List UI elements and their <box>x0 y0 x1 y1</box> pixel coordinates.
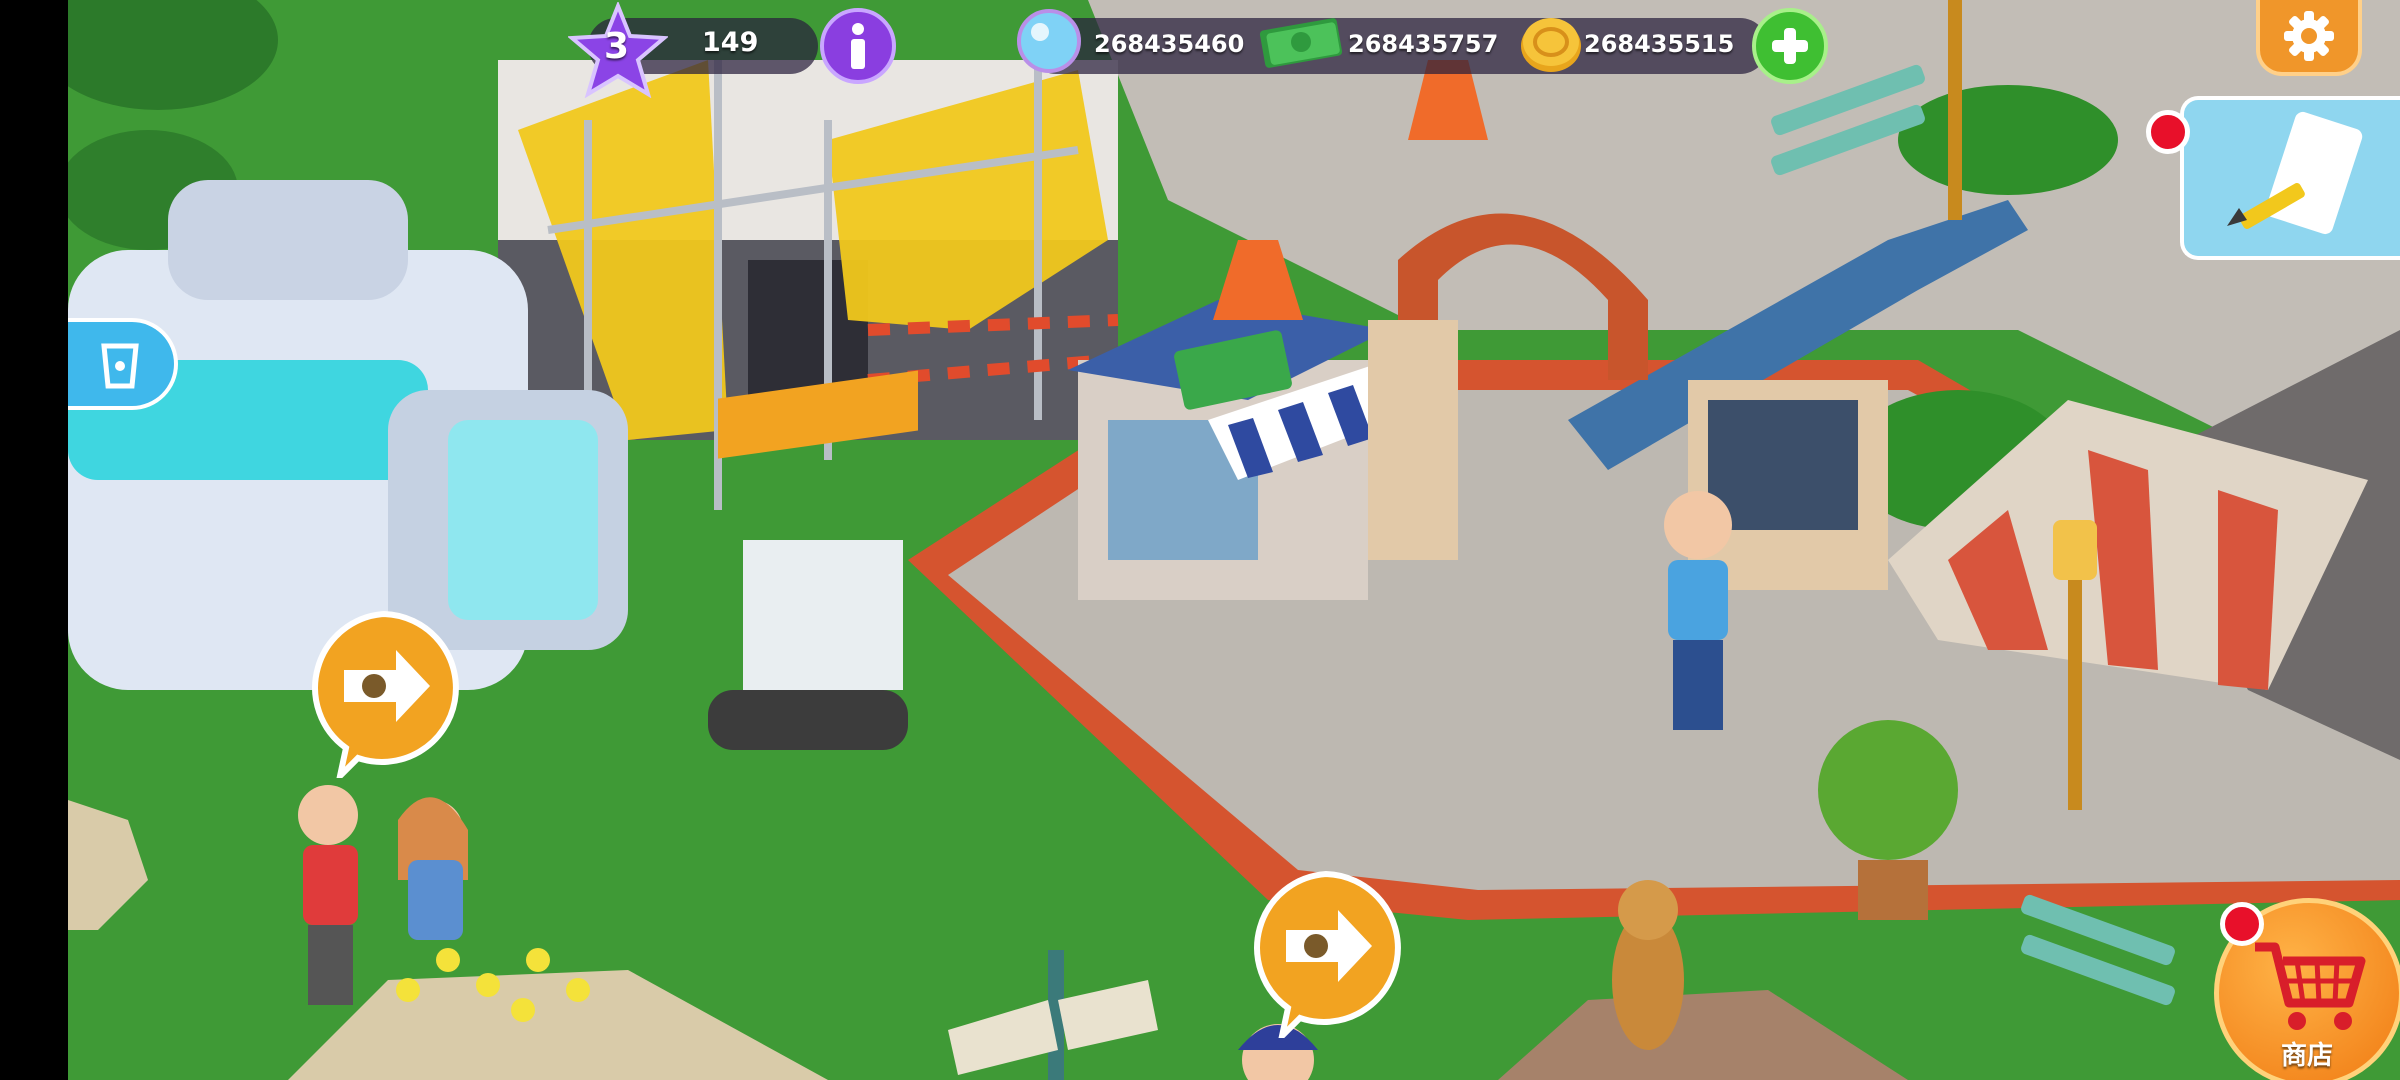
cash-value: 268435757 <box>1348 30 1499 58</box>
add-currency-button[interactable] <box>1752 8 1828 84</box>
cart-icon <box>2255 942 2366 1030</box>
xp-value: 149 <box>702 27 759 58</box>
shop-notification-dot <box>2220 902 2264 946</box>
settings-button[interactable] <box>2256 0 2362 76</box>
info-icon <box>851 23 865 69</box>
gem-counter[interactable] <box>1016 8 1082 74</box>
edit-icon <box>2227 111 2363 235</box>
guide-bubble-bottom[interactable] <box>1246 868 1406 1046</box>
game-scene[interactable]: 3 149 268435460 268435757 268435515 商店 <box>68 0 2400 1080</box>
shop-label: 商店 <box>2281 1041 2334 1071</box>
gem-icon <box>1017 9 1081 73</box>
coin-icon <box>1521 18 1581 72</box>
edit-notification-dot <box>2146 110 2190 154</box>
direction-arrow-icon <box>1254 870 1401 1046</box>
direction-arrow-icon <box>312 610 459 786</box>
side-menu-tab[interactable] <box>68 318 178 410</box>
gear-icon <box>2284 11 2334 61</box>
guide-bubble-left[interactable] <box>304 608 464 786</box>
cup-icon <box>101 343 139 389</box>
edit-mode-button[interactable] <box>2180 96 2400 260</box>
coin-counter[interactable] <box>1516 12 1586 76</box>
park-background <box>68 0 2400 1080</box>
info-button[interactable] <box>820 8 896 84</box>
gem-value: 268435460 <box>1094 30 1245 58</box>
coin-value: 268435515 <box>1584 30 1735 58</box>
level-number: 3 <box>604 26 630 67</box>
plus-icon <box>1772 28 1808 64</box>
cash-icon <box>1259 18 1343 68</box>
cash-counter[interactable] <box>1256 10 1346 74</box>
level-badge[interactable]: 3 <box>566 0 670 99</box>
